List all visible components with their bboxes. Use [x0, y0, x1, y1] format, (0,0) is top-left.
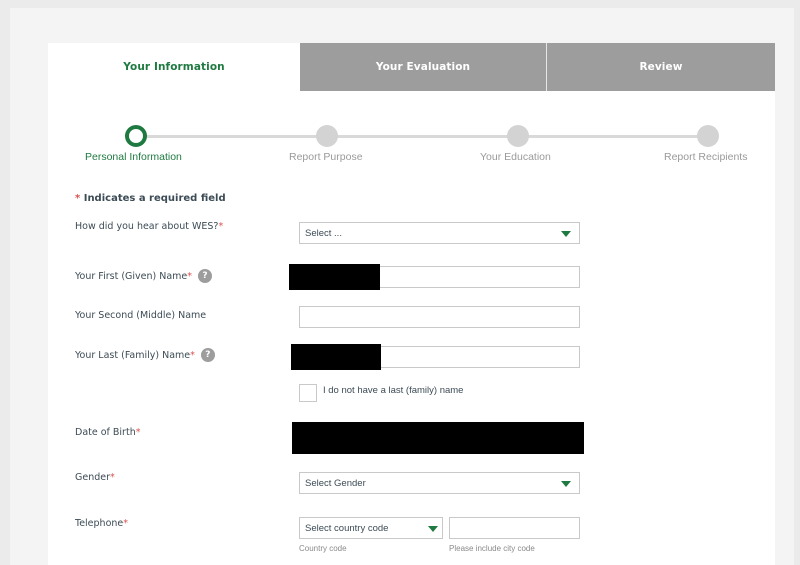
help-icon[interactable]: ?	[200, 348, 215, 362]
last-name-label-text: Your Last (Family) Name	[75, 349, 191, 361]
step-label-report-purpose: Report Purpose	[289, 151, 363, 163]
middle-name-label: Your Second (Middle) Name	[75, 310, 206, 321]
page-card: Your Information Your Evaluation Review …	[10, 8, 794, 565]
dob-label-text: Date of Birth	[75, 427, 136, 438]
tab-bar: Your Information Your Evaluation Review	[48, 43, 775, 91]
required-star: *	[110, 472, 115, 483]
chevron-down-icon	[561, 481, 571, 487]
required-star: *	[190, 349, 195, 361]
middle-name-label-text: Your Second (Middle) Name	[75, 310, 207, 321]
telephone-number-input[interactable]	[449, 517, 580, 539]
required-star: *	[187, 270, 193, 282]
step-label-personal-information: Personal Information	[85, 151, 182, 163]
middle-name-input[interactable]	[299, 306, 580, 328]
step-dot-report-recipients	[697, 125, 719, 147]
stepper-track	[136, 135, 708, 138]
required-star: *	[135, 427, 141, 438]
chevron-down-icon	[428, 526, 438, 532]
last-name-label: Your Last (Family) Name * ?	[75, 348, 215, 362]
gender-select-value: Select Gender	[305, 477, 366, 489]
step-dot-your-education	[507, 125, 529, 147]
no-last-name-checkbox[interactable]	[299, 384, 317, 402]
redacted-last-name	[291, 344, 381, 370]
hear-about-label-text: How did you hear about WES?	[75, 221, 219, 232]
first-name-label: Your First (Given) Name * ?	[75, 269, 213, 283]
progress-stepper: Personal Information Report Purpose Your…	[48, 123, 775, 168]
step-label-report-recipients: Report Recipients	[664, 151, 748, 163]
tab-your-information[interactable]: Your Information	[48, 43, 300, 91]
first-name-label-text: Your First (Given) Name	[75, 270, 188, 282]
gender-label-text: Gender	[75, 472, 111, 483]
step-label-your-education: Your Education	[480, 151, 551, 163]
required-star: *	[123, 518, 128, 529]
redacted-date-of-birth[interactable]	[292, 422, 584, 454]
gender-label: Gender *	[75, 472, 115, 483]
gender-select[interactable]: Select Gender	[299, 472, 580, 494]
step-dot-report-purpose	[316, 125, 338, 147]
telephone-label-text: Telephone	[75, 518, 124, 529]
step-dot-personal-information	[125, 125, 147, 147]
tab-review[interactable]: Review	[546, 43, 775, 91]
telephone-number-hint: Please include city code	[449, 544, 535, 553]
hear-about-label: How did you hear about WES? *	[75, 221, 223, 232]
help-icon[interactable]: ?	[198, 269, 213, 283]
required-star: *	[218, 221, 224, 232]
dob-label: Date of Birth *	[75, 427, 140, 438]
required-note-text: Indicates a required field	[83, 193, 226, 204]
tab-your-evaluation[interactable]: Your Evaluation	[300, 43, 546, 91]
no-last-name-label[interactable]: I do not have a last (family) name	[323, 385, 463, 396]
country-code-select[interactable]: Select country code	[299, 517, 443, 539]
country-code-hint: Country code	[299, 544, 347, 553]
required-field-note: * Indicates a required field	[75, 193, 226, 204]
telephone-label: Telephone *	[75, 518, 128, 529]
hear-about-select-value: Select ...	[305, 227, 342, 239]
hear-about-select[interactable]: Select ...	[299, 222, 580, 244]
country-code-select-value: Select country code	[305, 522, 389, 534]
redacted-first-name	[289, 264, 380, 290]
chevron-down-icon	[561, 231, 571, 237]
application-panel: Your Information Your Evaluation Review …	[48, 43, 775, 565]
required-star: *	[75, 193, 81, 204]
